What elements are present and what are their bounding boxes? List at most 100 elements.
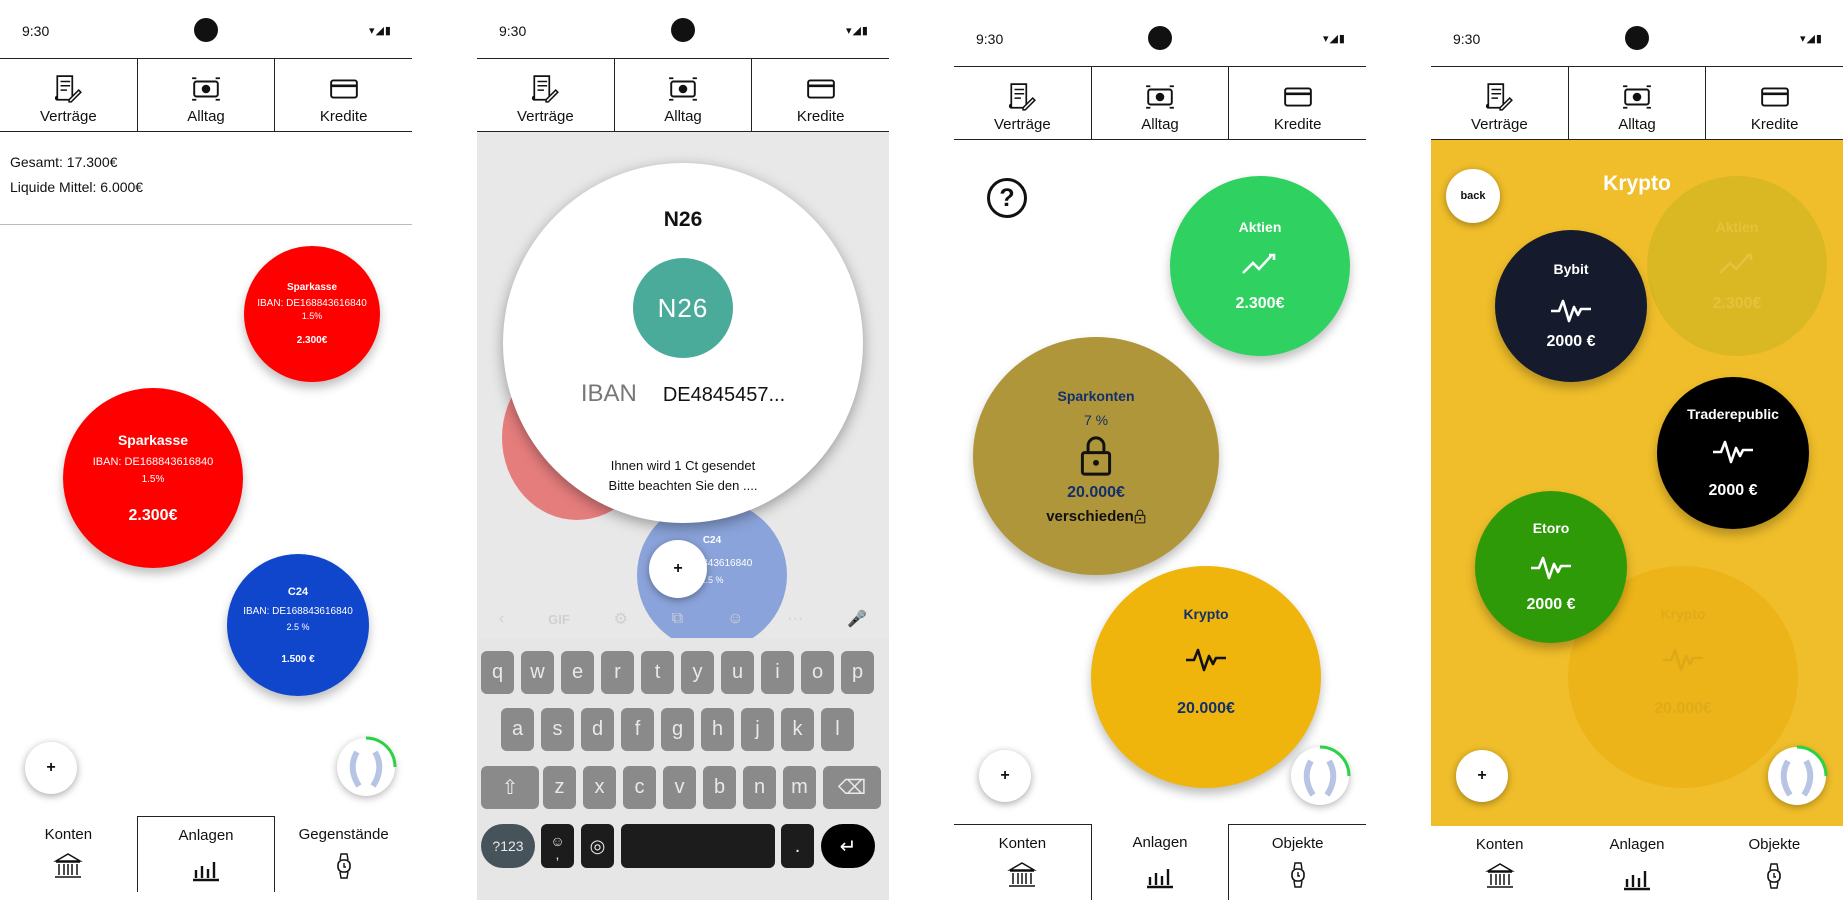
nav-anlagen[interactable]: Anlagen (1090, 823, 1230, 900)
key-k[interactable]: k (781, 708, 814, 751)
tab-label: Alltag (1618, 116, 1656, 133)
symbols-key[interactable]: ?123 (481, 824, 535, 868)
key-n[interactable]: n (743, 766, 776, 809)
crypto-bubble-bybit[interactable]: Bybit 2000 € (1495, 230, 1647, 382)
avatar[interactable] (337, 736, 397, 796)
more-icon[interactable]: ··· (787, 610, 803, 628)
nav-objekte[interactable]: Objekte (1706, 826, 1843, 900)
key-r[interactable]: r (601, 651, 634, 694)
tab-vertraege[interactable]: Verträge (477, 59, 614, 131)
translate-icon[interactable]: ⧉ (672, 610, 683, 628)
account-bubble-sparkasse-small[interactable]: Sparkasse IBAN: DE168843616840 1.5% 2.30… (244, 246, 380, 382)
key-j[interactable]: j (741, 708, 774, 751)
bubble-amount: 2000 € (1546, 333, 1596, 350)
add-button[interactable]: + (1456, 750, 1508, 802)
tab-kredite[interactable]: Kredite (751, 59, 889, 131)
key-g[interactable]: g (661, 708, 694, 751)
bank-detail-popup[interactable]: N26 N26 IBAN DE4845457... Ihnen wird 1 C… (503, 163, 863, 523)
emoji-key[interactable]: ☺ , (541, 824, 574, 868)
signal-battery-icon: ▾◢▮ (845, 25, 869, 37)
sticker-icon[interactable]: ☺ (727, 610, 743, 628)
account-bubble-sparkasse-large[interactable]: Sparkasse IBAN: DE168843616840 1.5% 2.30… (63, 388, 243, 568)
tab-alltag[interactable]: Alltag (136, 59, 275, 131)
key-h[interactable]: h (701, 708, 734, 751)
nav-konten[interactable]: Konten (1431, 826, 1568, 900)
toolbar-back-icon[interactable]: ‹ (499, 610, 504, 628)
mic-icon[interactable]: 🎤 (847, 609, 867, 629)
key-z[interactable]: z (543, 766, 576, 809)
key-l[interactable]: l (821, 708, 854, 751)
investment-bubble-krypto[interactable]: Krypto 20.000€ (1091, 566, 1321, 788)
key-w[interactable]: w (521, 651, 554, 694)
status-bar: 9:30 ▾◢▮ (954, 8, 1366, 66)
space-bar[interactable] (621, 824, 775, 868)
signal-battery-icon: ▾◢▮ (1322, 33, 1346, 45)
bottom-nav: Konten Anlagen Gegenstände (0, 816, 412, 892)
key-i[interactable]: i (761, 651, 794, 694)
key-v[interactable]: v (663, 766, 696, 809)
avatar[interactable] (1291, 745, 1351, 805)
add-button[interactable]: + (979, 750, 1031, 802)
investment-bubble-aktien[interactable]: Aktien 2.300€ (1170, 176, 1350, 356)
enter-key-icon[interactable]: ↵ (821, 824, 875, 868)
settings-icon[interactable]: ⚙ (614, 609, 628, 629)
bank-title: N26 (663, 208, 703, 231)
key-o[interactable]: o (801, 651, 834, 694)
key-q[interactable]: q (481, 651, 514, 694)
tab-alltag[interactable]: Alltag (613, 59, 752, 131)
tab-alltag[interactable]: Alltag (1567, 67, 1706, 139)
key-u[interactable]: u (721, 651, 754, 694)
key-f[interactable]: f (621, 708, 654, 751)
key-t[interactable]: t (641, 651, 674, 694)
status-time: 9:30 (1453, 31, 1481, 47)
shift-key-icon[interactable]: ⇧ (481, 766, 539, 809)
tab-kredite[interactable]: Kredite (274, 59, 412, 131)
nav-gegenstaende[interactable]: Gegenstände (275, 816, 412, 892)
key-c[interactable]: c (623, 766, 656, 809)
tab-vertraege[interactable]: Verträge (1431, 67, 1568, 139)
backspace-key-icon[interactable]: ⌫ (823, 766, 881, 809)
key-m[interactable]: m (783, 766, 816, 809)
key-e[interactable]: e (561, 651, 594, 694)
nav-objekte[interactable]: Objekte (1229, 825, 1366, 900)
key-x[interactable]: x (583, 766, 616, 809)
period-key[interactable]: . (781, 824, 814, 868)
nav-konten[interactable]: Konten (954, 825, 1091, 900)
key-p[interactable]: p (841, 651, 874, 694)
back-button[interactable]: back (1446, 169, 1500, 223)
globe-key-icon[interactable]: ◎ (581, 824, 614, 868)
pulse-icon (1711, 436, 1755, 466)
tab-alltag[interactable]: Alltag (1090, 67, 1229, 139)
tab-vertraege[interactable]: Verträge (0, 59, 137, 131)
contract-icon (1484, 82, 1514, 112)
bottom-nav: Konten Anlagen Objekte (1431, 826, 1843, 900)
iban-value[interactable]: DE4845457... (663, 384, 785, 407)
ghost-amount: 20.000€ (1654, 700, 1712, 717)
help-icon[interactable]: ? (987, 178, 1027, 218)
key-a[interactable]: a (501, 708, 534, 751)
toolbar-gif[interactable]: GIF (548, 612, 570, 627)
key-b[interactable]: b (703, 766, 736, 809)
n26-logo: N26 (633, 258, 733, 358)
investment-bubble-sparkonten[interactable]: Sparkonten 7 % 20.000€ verschieden (973, 337, 1219, 575)
ghost-label: Krypto (1660, 606, 1706, 622)
avatar[interactable] (1768, 745, 1828, 805)
nav-anlagen[interactable]: Anlagen (1568, 826, 1705, 900)
key-d[interactable]: d (581, 708, 614, 751)
tab-kredite[interactable]: Kredite (1705, 67, 1843, 139)
crypto-bubble-etoro[interactable]: Etoro 2000 € (1475, 491, 1627, 643)
key-y[interactable]: y (681, 651, 714, 694)
contract-icon (530, 74, 560, 104)
nav-konten[interactable]: Konten (0, 816, 137, 892)
tab-label: Alltag (187, 108, 225, 125)
add-button[interactable]: + (649, 540, 707, 598)
tab-vertraege[interactable]: Verträge (954, 67, 1091, 139)
account-bubble-c24[interactable]: C24 IBAN: DE168843616840 2.5 % 1.500 € (227, 554, 369, 696)
nav-anlagen[interactable]: Anlagen (136, 816, 276, 892)
crypto-bubble-traderepublic[interactable]: Traderepublic 2000 € (1657, 377, 1809, 529)
ghost-bubble-aktien: Aktien 2.300€ (1647, 176, 1827, 356)
tab-kredite[interactable]: Kredite (1228, 67, 1366, 139)
key-s[interactable]: s (541, 708, 574, 751)
nav-label: Konten (1475, 836, 1524, 853)
add-button[interactable]: + (25, 742, 77, 794)
